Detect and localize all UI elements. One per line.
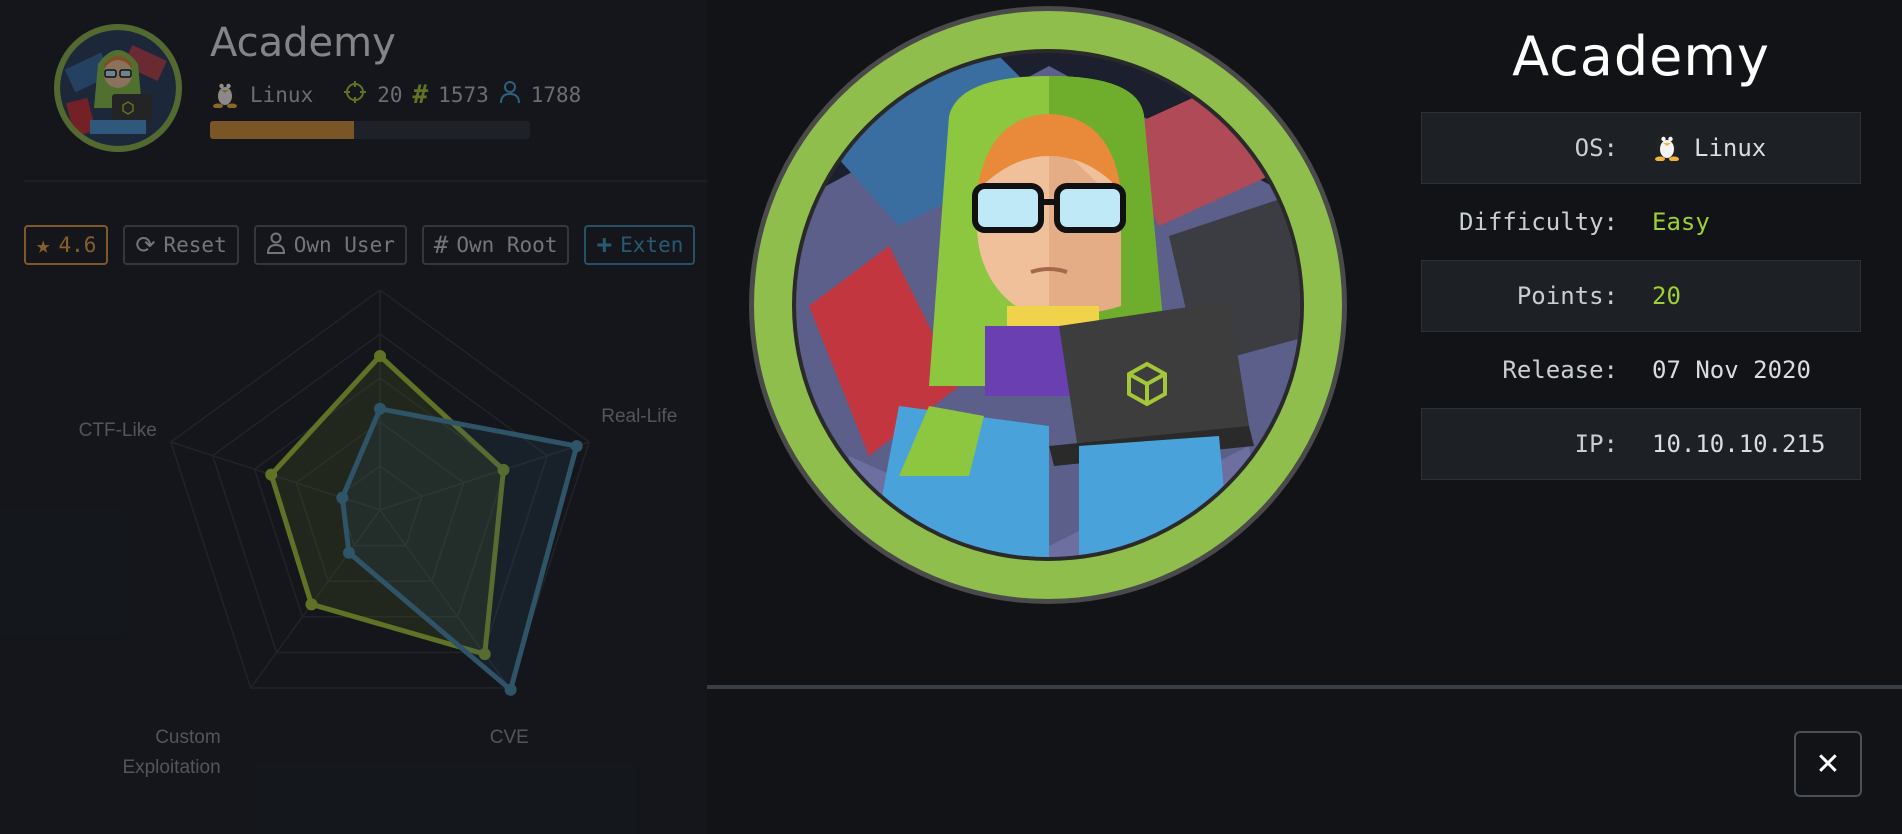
info-value: Linux	[1652, 129, 1766, 167]
radar-axis-label-line: CVE	[490, 727, 529, 748]
radar-axis-label-line: Exploitation	[122, 757, 220, 778]
info-row: Release: 07 Nov 2020	[1421, 334, 1861, 406]
close-button[interactable]: ✕	[1794, 731, 1862, 797]
rating-button[interactable]: ★ 4.6	[24, 225, 109, 265]
modal-footer-divider	[707, 685, 1902, 689]
tux-icon	[1652, 129, 1682, 167]
radar-axis-label: CTF-Like	[79, 420, 157, 441]
info-row: Difficulty: Easy	[1421, 186, 1861, 258]
system-owns-value: 1573	[438, 82, 489, 107]
info-row: OS: Linux	[1421, 112, 1861, 184]
own-root-label: Own Root	[456, 233, 558, 257]
radar-point	[570, 440, 583, 453]
machine-profile-page: Academy Linux 20 # 1573 1788 ★ 4.6 ⟳ Res…	[0, 0, 707, 834]
info-key: Release:	[1502, 356, 1618, 384]
action-button-row: ★ 4.6 ⟳ Reset Own User # Own Root + Exte…	[24, 225, 696, 265]
radar-point	[336, 491, 349, 504]
progress-fill	[210, 121, 354, 139]
radar-point	[305, 598, 318, 611]
radar-axis-label: Custom Exploitation	[122, 727, 220, 778]
hash-icon: #	[412, 79, 429, 110]
info-value: 10.10.10.215	[1652, 430, 1825, 458]
info-value-text: Easy	[1652, 208, 1710, 236]
own-root-button[interactable]: # Own Root	[421, 225, 570, 265]
own-user-button[interactable]: Own User	[253, 225, 407, 265]
machine-info-table: OS: Linux Difficulty: Easy Points: 20 Release:…	[1421, 112, 1861, 482]
radar-series-area	[339, 406, 580, 693]
machine-avatar-small	[54, 24, 182, 152]
rating-value: 4.6	[58, 233, 97, 257]
points-value: 20	[377, 82, 403, 107]
tux-icon	[210, 76, 240, 113]
hash-outline-icon: #	[433, 231, 449, 259]
radar-axis-label: CVE	[490, 727, 529, 748]
radar-axis-label-line: Custom	[155, 727, 220, 748]
user-icon	[499, 80, 521, 109]
info-row: Points: 20	[1421, 260, 1861, 332]
info-key: IP:	[1574, 430, 1618, 458]
radar-axis-label-line: CTF-Like	[79, 420, 157, 441]
difficulty-radar-chart: EnumerationReal-LifeCVECustomExploitatio…	[79, 290, 677, 778]
info-row: IP: 10.10.10.215	[1421, 408, 1861, 480]
radar-point	[374, 350, 386, 362]
refresh-icon: ⟳	[135, 231, 156, 259]
info-value: Easy	[1652, 208, 1710, 236]
os-label: Linux	[250, 82, 314, 107]
reset-button[interactable]: ⟳ Reset	[123, 225, 239, 265]
info-value-text: 20	[1652, 282, 1681, 310]
machine-avatar-large	[749, 6, 1347, 604]
info-value: 07 Nov 2020	[1652, 356, 1811, 384]
crosshair-icon	[343, 80, 367, 109]
divider	[24, 180, 707, 182]
extend-label: Exten	[620, 233, 684, 257]
reset-label: Reset	[163, 233, 227, 257]
machine-title: Academy	[210, 20, 396, 66]
star-icon: ★	[36, 231, 51, 259]
user-owns-value: 1788	[530, 82, 582, 107]
modal-title: Academy	[1512, 25, 1770, 88]
info-value: 20	[1652, 282, 1681, 310]
info-value-text: 10.10.10.215	[1652, 430, 1826, 458]
radar-point	[342, 546, 355, 559]
radar-point	[265, 468, 278, 481]
radar-axis-label-line: Real-Life	[601, 406, 677, 427]
info-key: Difficulty:	[1459, 208, 1618, 236]
info-value-text: Linux	[1694, 134, 1767, 162]
owns-progress-bar	[210, 121, 530, 139]
plus-icon: +	[596, 230, 613, 260]
info-value-text: 07 Nov 2020	[1652, 356, 1811, 384]
radar-axis-label: Real-Life	[601, 406, 677, 427]
info-key: OS:	[1574, 134, 1618, 162]
extend-button[interactable]: + Exten	[584, 225, 696, 265]
info-key: Points:	[1516, 282, 1618, 310]
user-outline-icon	[266, 232, 286, 259]
own-user-label: Own User	[293, 233, 395, 257]
machine-meta-row: Linux 20 # 1573 1788	[210, 76, 581, 113]
radar-point	[504, 683, 517, 696]
radar-point	[374, 402, 386, 415]
